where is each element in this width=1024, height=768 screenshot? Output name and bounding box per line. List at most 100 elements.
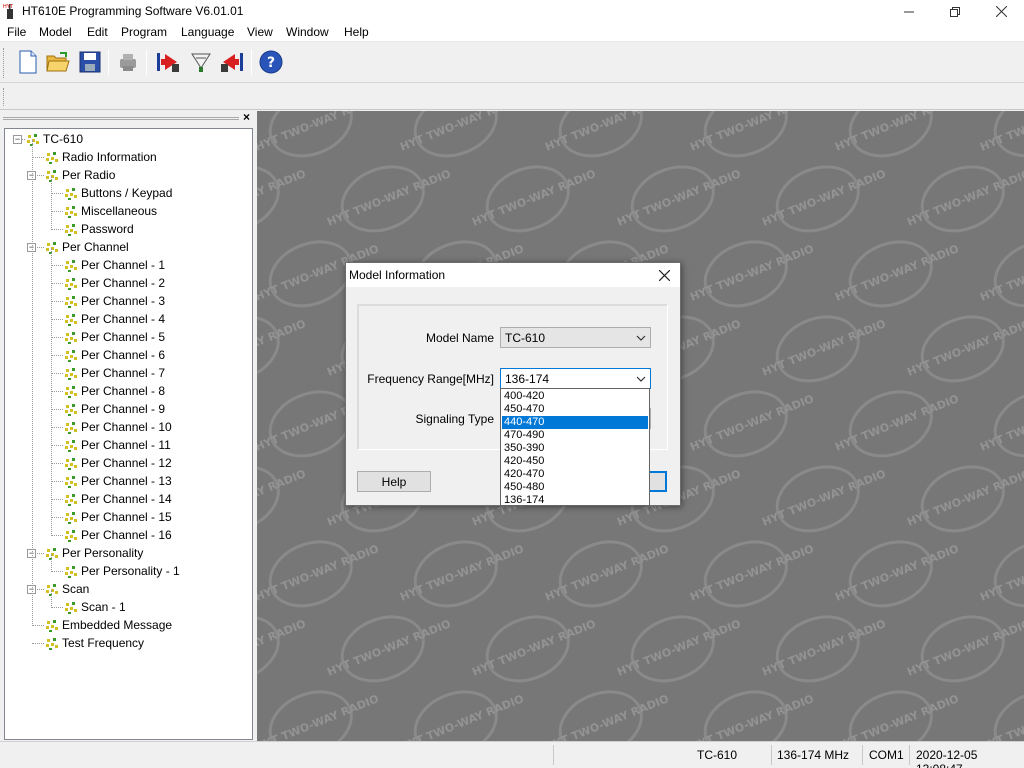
frequency-option[interactable]: 450-470 [502, 403, 648, 416]
tree-item[interactable]: Per Channel - 14 [63, 490, 172, 508]
frequency-range-dropdown-list[interactable]: 400-420 450-470 440-470 470-490 350-390 420-4… [500, 388, 650, 506]
tree-view[interactable]: TC-610− Radio Information Per Radio − Button… [4, 128, 253, 740]
print-button[interactable] [114, 48, 142, 76]
minimize-button[interactable] [886, 0, 932, 23]
status-port: COM1 [869, 748, 904, 762]
tree-item[interactable]: Per Channel [44, 238, 129, 256]
frequency-option[interactable]: 440-470 [502, 416, 648, 429]
tree-item-label: Embedded Message [62, 618, 173, 632]
tree-item[interactable]: Per Channel - 10 [63, 418, 172, 436]
frequency-range-combo[interactable]: 136-174 [500, 368, 651, 389]
frequency-option[interactable]: 470-490 [502, 429, 648, 442]
restore-button[interactable] [932, 0, 978, 23]
tree-item[interactable]: Per Channel - 7 [63, 364, 165, 382]
title-bar: HYT HT610E Programming Software V6.01.01 [0, 0, 1024, 23]
tree-item[interactable]: Per Channel - 12 [63, 454, 172, 472]
menu-window[interactable]: Window [286, 25, 329, 39]
tree-item[interactable]: Embedded Message [44, 616, 172, 634]
open-button[interactable] [44, 48, 72, 76]
svg-text:HYT TWO-WAY RADIO: HYT TWO-WAY RADIO [543, 692, 670, 741]
tree-item[interactable]: Per Channel - 13 [63, 472, 172, 490]
tree-item[interactable]: Per Personality - 1 [63, 562, 180, 580]
tree-item[interactable]: Miscellaneous [63, 202, 157, 220]
frequency-option[interactable]: 350-390 [502, 442, 648, 455]
menu-model[interactable]: Model [39, 25, 72, 39]
svg-text:HYT TWO-WAY RADIO: HYT TWO-WAY RADIO [833, 692, 960, 741]
tree-item[interactable]: Scan - 1 [63, 598, 126, 616]
close-button[interactable] [978, 0, 1024, 23]
tree-item-label: Per Channel - 10 [81, 420, 172, 434]
frequency-option[interactable]: 420-470 [502, 468, 648, 481]
menu-program[interactable]: Program [121, 25, 167, 39]
menu-language[interactable]: Language [181, 25, 234, 39]
tree-item-label: Scan - 1 [81, 600, 126, 614]
new-button[interactable] [14, 48, 42, 76]
tree-node-icon [65, 224, 77, 236]
tree-item[interactable]: Radio Information [44, 148, 157, 166]
tree-item[interactable]: Per Personality [44, 544, 143, 562]
tree-item-label: Per Channel - 15 [81, 510, 172, 524]
tree-item[interactable]: Per Channel - 15 [63, 508, 172, 526]
close-icon [658, 269, 670, 281]
menu-view[interactable]: View [247, 25, 273, 39]
tree-node-icon [65, 494, 77, 506]
tree-item-label: Per Radio [62, 168, 116, 182]
tree-item[interactable]: Per Channel - 6 [63, 346, 165, 364]
clone-icon [221, 53, 243, 72]
dialog-close-button[interactable] [652, 266, 676, 284]
tree-item[interactable]: Per Channel - 11 [63, 436, 171, 454]
status-model: TC-610 [697, 748, 738, 762]
tree-item-label: Buttons / Keypad [81, 186, 173, 200]
tree-item[interactable]: TC-610 [25, 130, 83, 148]
model-name-combo[interactable]: TC-610 [500, 327, 651, 348]
tree-item-label: Per Channel - 13 [81, 474, 172, 488]
tree-item[interactable]: Per Channel - 5 [63, 328, 165, 346]
svg-text:HYT TWO-WAY RADIO: HYT TWO-WAY RADIO [257, 542, 381, 604]
tree-node-icon [65, 368, 77, 380]
save-button[interactable] [76, 48, 104, 76]
tree-item-label: Per Personality [62, 546, 144, 560]
frequency-option[interactable]: 450-480 [502, 481, 648, 494]
svg-text:HYT TWO-WAY RADIO: HYT TWO-WAY RADIO [688, 692, 815, 741]
tree-item[interactable]: Per Channel - 1 [63, 256, 165, 274]
tree-item[interactable]: Per Channel - 4 [63, 310, 165, 328]
tree-item[interactable]: Password [63, 220, 134, 238]
pane-close-icon[interactable]: × [243, 110, 250, 124]
tree-item[interactable]: Buttons / Keypad [63, 184, 172, 202]
toolbar-grip[interactable] [3, 88, 6, 106]
tree-item[interactable]: Per Channel - 9 [63, 400, 165, 418]
tree-item-label: Test Frequency [62, 636, 145, 650]
tree-item[interactable]: Per Channel - 2 [63, 274, 165, 292]
toolbar-grip[interactable] [3, 48, 6, 78]
tree-item[interactable]: Per Channel - 8 [63, 382, 165, 400]
svg-text:HYT TWO-WAY RADIO: HYT TWO-WAY RADIO [257, 317, 308, 379]
menu-edit[interactable]: Edit [87, 25, 108, 39]
app-icon: HYT [3, 4, 14, 19]
collapse-toggle-icon[interactable]: − [13, 135, 22, 144]
menu-file[interactable]: File [7, 25, 26, 39]
frequency-range-value: 136-174 [505, 372, 550, 386]
tree-item[interactable]: Per Channel - 3 [63, 292, 165, 310]
clone-button[interactable] [218, 48, 246, 76]
frequency-option[interactable]: 420-450 [502, 455, 648, 468]
read-from-radio-button[interactable] [154, 48, 182, 76]
tree-item-label: TC-610 [43, 132, 84, 146]
help-button[interactable]: Help [357, 471, 431, 492]
tree-node-icon [65, 458, 77, 470]
tree-node-icon [65, 602, 77, 614]
menu-help[interactable]: Help [344, 25, 369, 39]
tree-node-icon [65, 314, 77, 326]
tree-node-icon [65, 566, 77, 578]
tree-node-icon [65, 422, 77, 434]
frequency-option[interactable]: 136-174 [502, 494, 648, 507]
tree-item[interactable]: Per Channel - 16 [63, 526, 172, 544]
tree-node-icon [65, 512, 77, 524]
frequency-option[interactable]: 400-420 [502, 390, 648, 403]
svg-text:HYT TWO-WAY RADIO: HYT TWO-WAY RADIO [257, 167, 308, 229]
tree-node-icon [65, 440, 77, 452]
tree-node-icon [65, 296, 77, 308]
help-toolbar-button[interactable]: ? [257, 48, 285, 76]
write-to-radio-button[interactable] [187, 48, 215, 76]
tree-item[interactable]: Test Frequency [44, 634, 144, 652]
tree-item[interactable]: Per Radio [44, 166, 115, 184]
